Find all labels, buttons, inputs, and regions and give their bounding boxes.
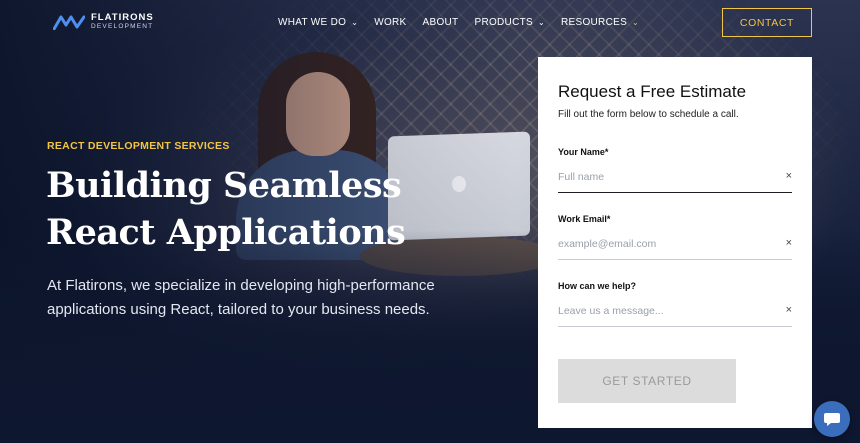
hero-eyebrow: REACT DEVELOPMENT SERVICES	[47, 140, 230, 152]
nav-item-work[interactable]: WORK	[374, 17, 406, 28]
chevron-down-icon: ⌄	[351, 18, 359, 27]
nav-item-about[interactable]: ABOUT	[423, 17, 459, 28]
estimate-form: Request a Free Estimate Fill out the for…	[538, 57, 812, 428]
hero-headline-line2: React Applications	[46, 212, 406, 253]
name-field: ×	[558, 163, 792, 193]
clear-message-icon[interactable]: ×	[786, 304, 792, 316]
nav-item-label: ABOUT	[422, 17, 459, 28]
top-navbar: FLATIRONS DEVELOPMENT WHAT WE DO ⌄ WORK …	[0, 0, 860, 44]
form-title: Request a Free Estimate	[558, 82, 747, 101]
email-input[interactable]	[558, 230, 768, 258]
nav-item-label: WHAT WE DO	[278, 17, 347, 28]
brand-wordmark: FLATIRONS DEVELOPMENT	[91, 13, 154, 30]
chat-bubble-icon	[824, 413, 840, 426]
nav-item-label: PRODUCTS	[474, 17, 533, 28]
email-field-label: Work Email*	[558, 214, 611, 224]
message-field-label: How can we help?	[558, 281, 637, 291]
chevron-down-icon: ⌄	[632, 18, 640, 27]
brand-name: FLATIRONS	[91, 12, 154, 23]
message-input[interactable]	[558, 297, 768, 325]
nav-item-label: WORK	[374, 17, 407, 28]
main-menu: WHAT WE DO ⌄ WORK ABOUT PRODUCTS ⌄ RESOU…	[278, 17, 655, 28]
hero-description: At Flatirons, we specialize in developin…	[47, 277, 435, 318]
flatirons-logo-icon	[53, 15, 85, 30]
nav-item-products[interactable]: PRODUCTS ⌄	[474, 17, 545, 28]
nav-item-what-we-do[interactable]: WHAT WE DO ⌄	[278, 17, 358, 28]
clear-email-icon[interactable]: ×	[786, 237, 792, 249]
hero-headline: Building Seamless React Applications	[46, 162, 466, 256]
chat-launcher-button[interactable]	[814, 401, 850, 437]
chevron-down-icon: ⌄	[537, 18, 545, 27]
nav-item-resources[interactable]: RESOURCES ⌄	[561, 17, 639, 28]
contact-button[interactable]: CONTACT	[722, 8, 812, 37]
email-field: ×	[558, 230, 792, 260]
brand-tagline: DEVELOPMENT	[91, 22, 154, 30]
clear-name-icon[interactable]: ×	[786, 170, 792, 182]
message-field: ×	[558, 297, 792, 327]
get-started-button[interactable]: GET STARTED	[558, 359, 736, 403]
brand-logo[interactable]: FLATIRONS DEVELOPMENT	[53, 13, 154, 30]
hero-headline-line1: Building Seamless	[46, 165, 402, 206]
name-field-label: Your Name*	[558, 147, 609, 157]
nav-item-label: RESOURCES	[561, 17, 628, 28]
form-subtitle: Fill out the form below to schedule a ca…	[558, 109, 739, 120]
name-input[interactable]	[558, 163, 768, 191]
